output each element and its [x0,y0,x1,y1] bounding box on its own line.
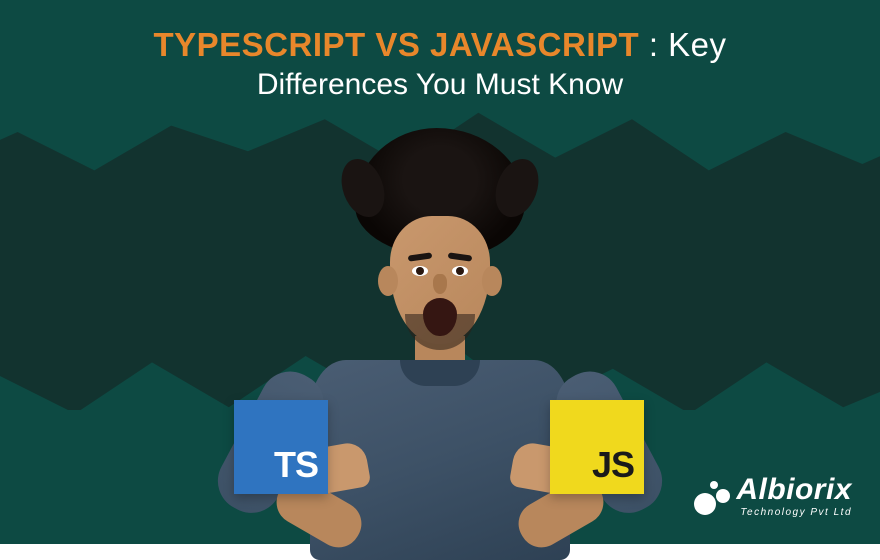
headline: TYPESCRIPT VS JAVASCRIPT : Key Differenc… [0,26,880,102]
brand-dot-large [694,493,716,515]
promo-banner: TYPESCRIPT VS JAVASCRIPT : Key Differenc… [0,0,880,544]
headline-plain1: Key [668,26,726,63]
brand-text: Albiorix Technology Pvt Ltd [736,475,852,518]
typescript-logo-card: TS [234,400,328,494]
person-brow-right [448,252,473,261]
person-face [390,216,490,344]
brand-dots-icon [692,477,732,517]
person-ear-right [482,266,502,296]
person-ear-left [378,266,398,296]
brand-name: Albiorix [736,475,852,505]
typescript-logo-text: TS [274,444,318,486]
person-brow-left [408,252,433,261]
brand-subtitle: Technology Pvt Ltd [740,507,852,518]
javascript-logo-card: JS [550,400,644,494]
brand-dot-medium [716,489,730,503]
person-eye-right [452,266,468,276]
brand-logo: Albiorix Technology Pvt Ltd [692,475,852,518]
headline-highlight: TYPESCRIPT VS JAVASCRIPT [153,26,639,63]
person-nose [433,274,447,294]
headline-line1: TYPESCRIPT VS JAVASCRIPT : Key [0,26,880,64]
javascript-logo-text: JS [592,444,634,486]
brand-dot-small [710,481,718,489]
headline-separator: : [639,26,668,63]
headline-line2: Differences You Must Know [0,68,880,102]
person-eye-left [412,266,428,276]
